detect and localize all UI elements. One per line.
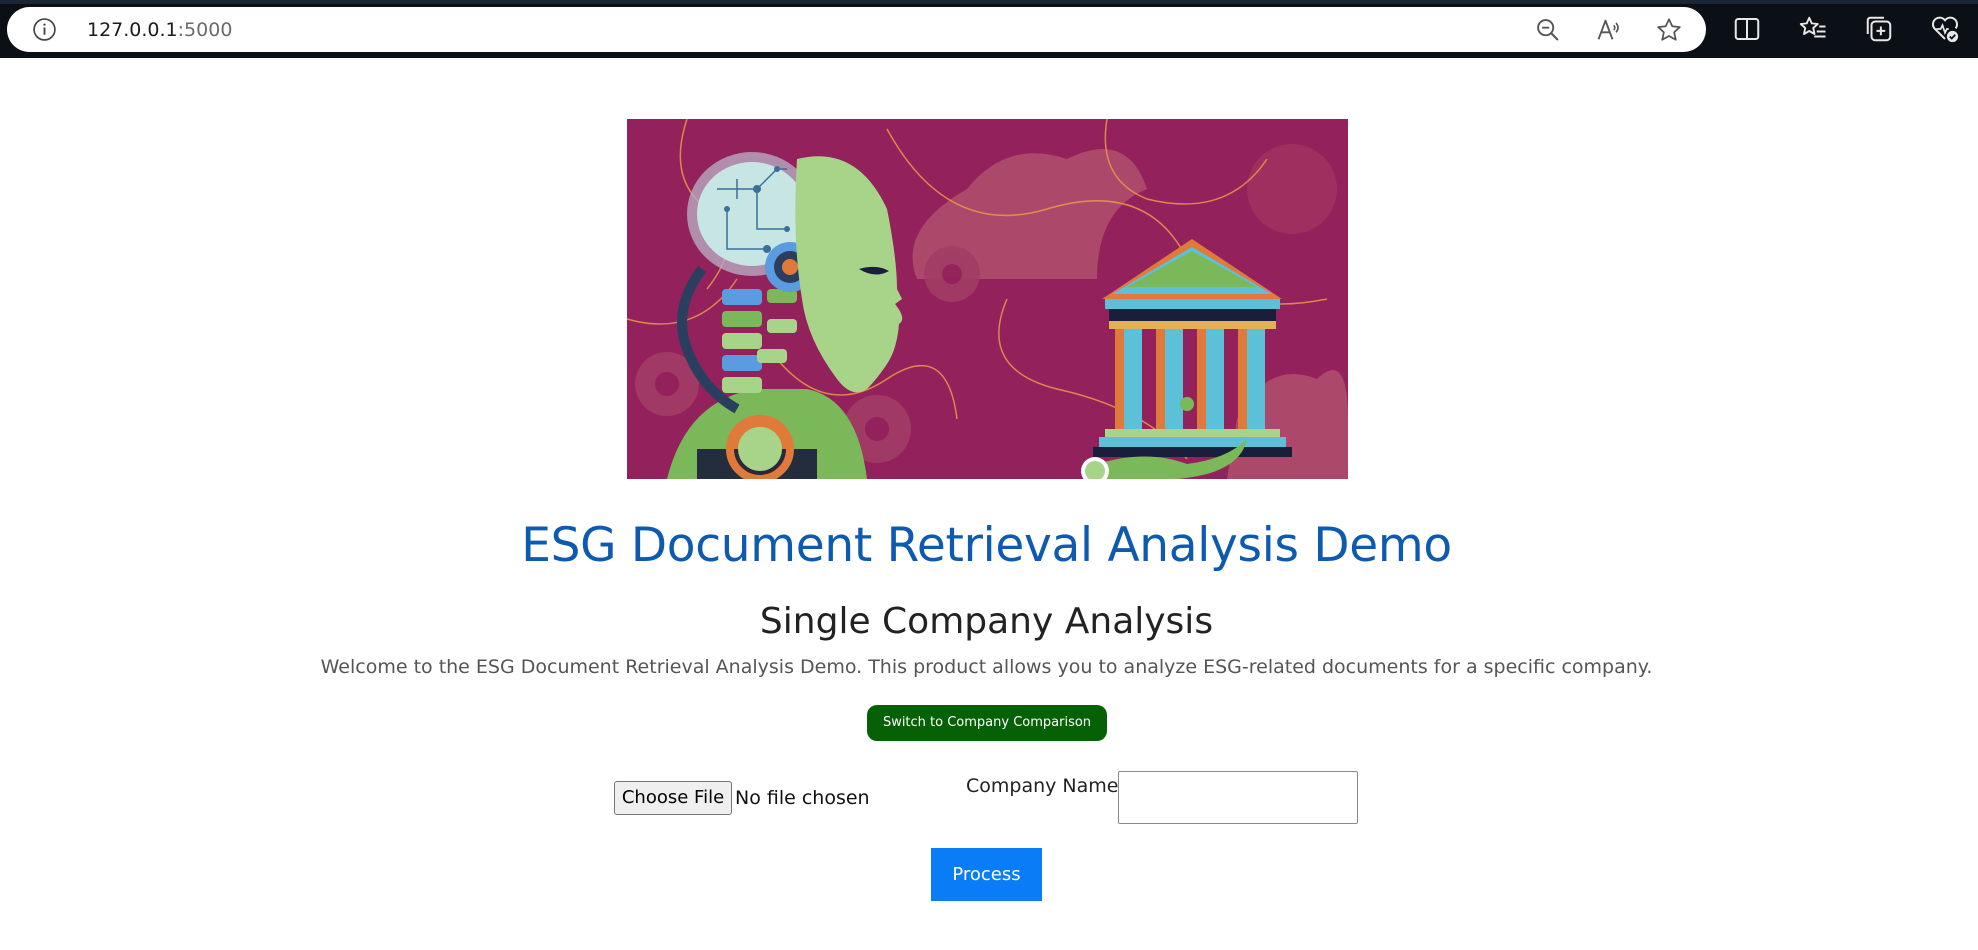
- page-title: ESG Document Retrieval Analysis Demo: [521, 518, 1452, 573]
- switch-to-comparison-button[interactable]: Switch to Company Comparison: [867, 705, 1107, 741]
- process-button[interactable]: Process: [931, 848, 1042, 901]
- section-title: Single Company Analysis: [759, 601, 1214, 642]
- address-bar[interactable]: 127.0.0.1:5000: [7, 7, 1706, 52]
- company-name-label: Company Name:: [966, 775, 1125, 797]
- hero-image: [627, 119, 1348, 479]
- url-port: :5000: [177, 19, 233, 41]
- choose-file-button[interactable]: Choose File: [614, 781, 732, 815]
- read-aloud-icon[interactable]: [1595, 16, 1623, 44]
- zoom-out-icon[interactable]: [1534, 16, 1562, 44]
- split-screen-icon[interactable]: [1732, 14, 1762, 44]
- company-name-input[interactable]: [1118, 771, 1358, 824]
- info-icon[interactable]: [32, 17, 57, 42]
- browser-toolbar: 127.0.0.1:5000: [0, 0, 1978, 58]
- file-status-text: No file chosen: [735, 787, 870, 809]
- browser-essentials-icon[interactable]: [1930, 14, 1960, 44]
- favorite-star-icon[interactable]: [1655, 16, 1683, 44]
- ai-robot-bank-illustration: [627, 119, 1348, 479]
- intro-text: Welcome to the ESG Document Retrieval An…: [320, 656, 1653, 678]
- collections-icon[interactable]: [1864, 14, 1894, 44]
- url-host: 127.0.0.1: [87, 19, 178, 41]
- url-text[interactable]: 127.0.0.1:5000: [87, 18, 232, 42]
- window-top-edge: [0, 0, 1978, 4]
- favorites-list-icon[interactable]: [1798, 14, 1828, 44]
